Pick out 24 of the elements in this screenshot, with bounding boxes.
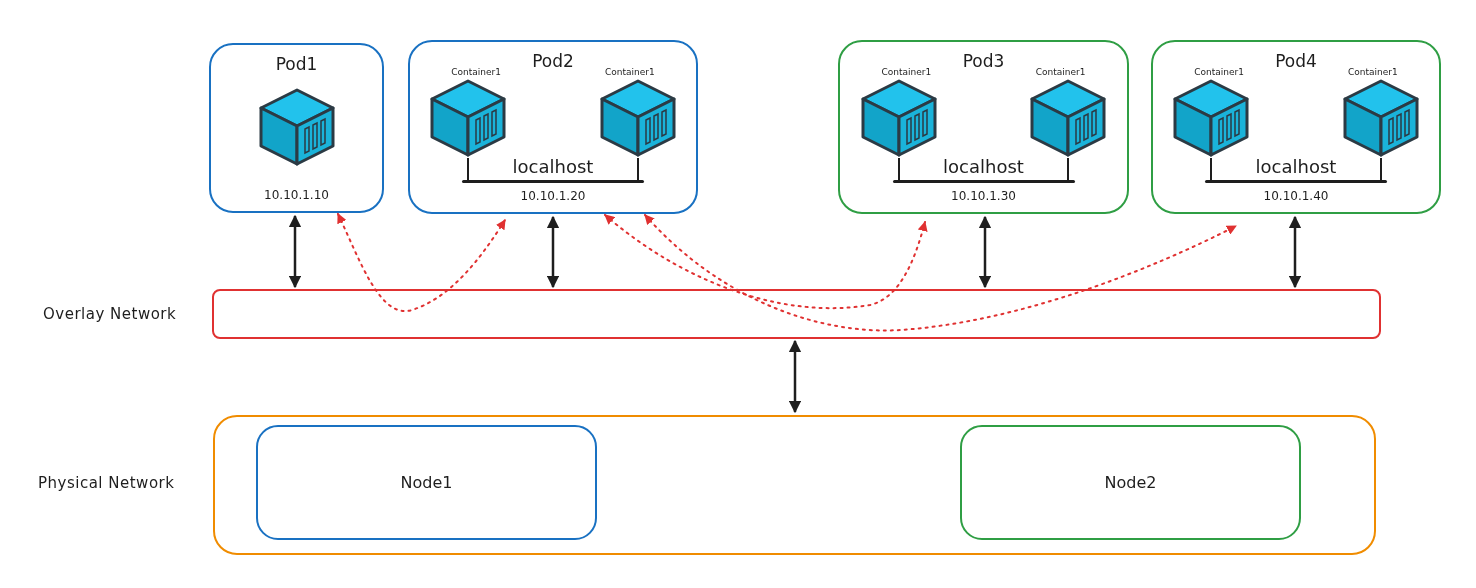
- container-label: Container1: [451, 66, 501, 78]
- container-label: Container1: [1194, 66, 1244, 78]
- localhost-label: localhost: [943, 156, 1024, 179]
- network-label: Overlay Network: [43, 305, 177, 323]
- pod-title: Pod2: [532, 50, 574, 72]
- pod-title: Pod1: [275, 53, 318, 75]
- container-label: Container1: [881, 66, 932, 78]
- localhost-label: localhost: [512, 156, 594, 179]
- pod-title: Pod3: [962, 50, 1005, 72]
- container-cube-icon: [428, 78, 509, 158]
- container-label: Container1: [605, 66, 655, 78]
- node-box: Node1: [256, 425, 597, 540]
- container-cube-icon: [1028, 78, 1109, 158]
- container-label: Container1: [1035, 66, 1086, 78]
- localhost-label: localhost: [1255, 156, 1337, 179]
- pod-title: Pod4: [1275, 50, 1317, 72]
- ip-address: 10.10.1.40: [1263, 188, 1329, 204]
- container-label: Container1: [1348, 66, 1398, 78]
- ip-address: 10.10.1.30: [951, 188, 1016, 204]
- ip-address: 10.10.1.20: [520, 188, 586, 204]
- container-cube-icon: [1171, 78, 1252, 158]
- ip-address: 10.10.1.10: [264, 187, 329, 203]
- node-box: Node2: [960, 425, 1301, 540]
- network-label: Physical Network: [38, 474, 175, 492]
